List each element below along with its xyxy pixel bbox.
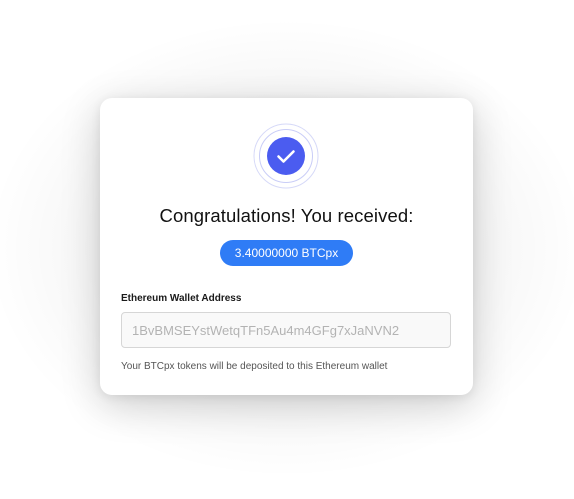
success-badge	[253, 123, 319, 189]
amount-badge: 3.40000000 BTCpx	[220, 240, 353, 266]
wallet-address-input[interactable]	[121, 312, 451, 348]
checkmark-icon	[253, 123, 319, 189]
success-dialog: Congratulations! You received: 3.4000000…	[100, 98, 473, 395]
dialog-title: Congratulations! You received:	[159, 205, 414, 226]
wallet-address-label: Ethereum Wallet Address	[121, 293, 242, 304]
wallet-helper-text: Your BTCpx tokens will be deposited to t…	[121, 361, 388, 372]
